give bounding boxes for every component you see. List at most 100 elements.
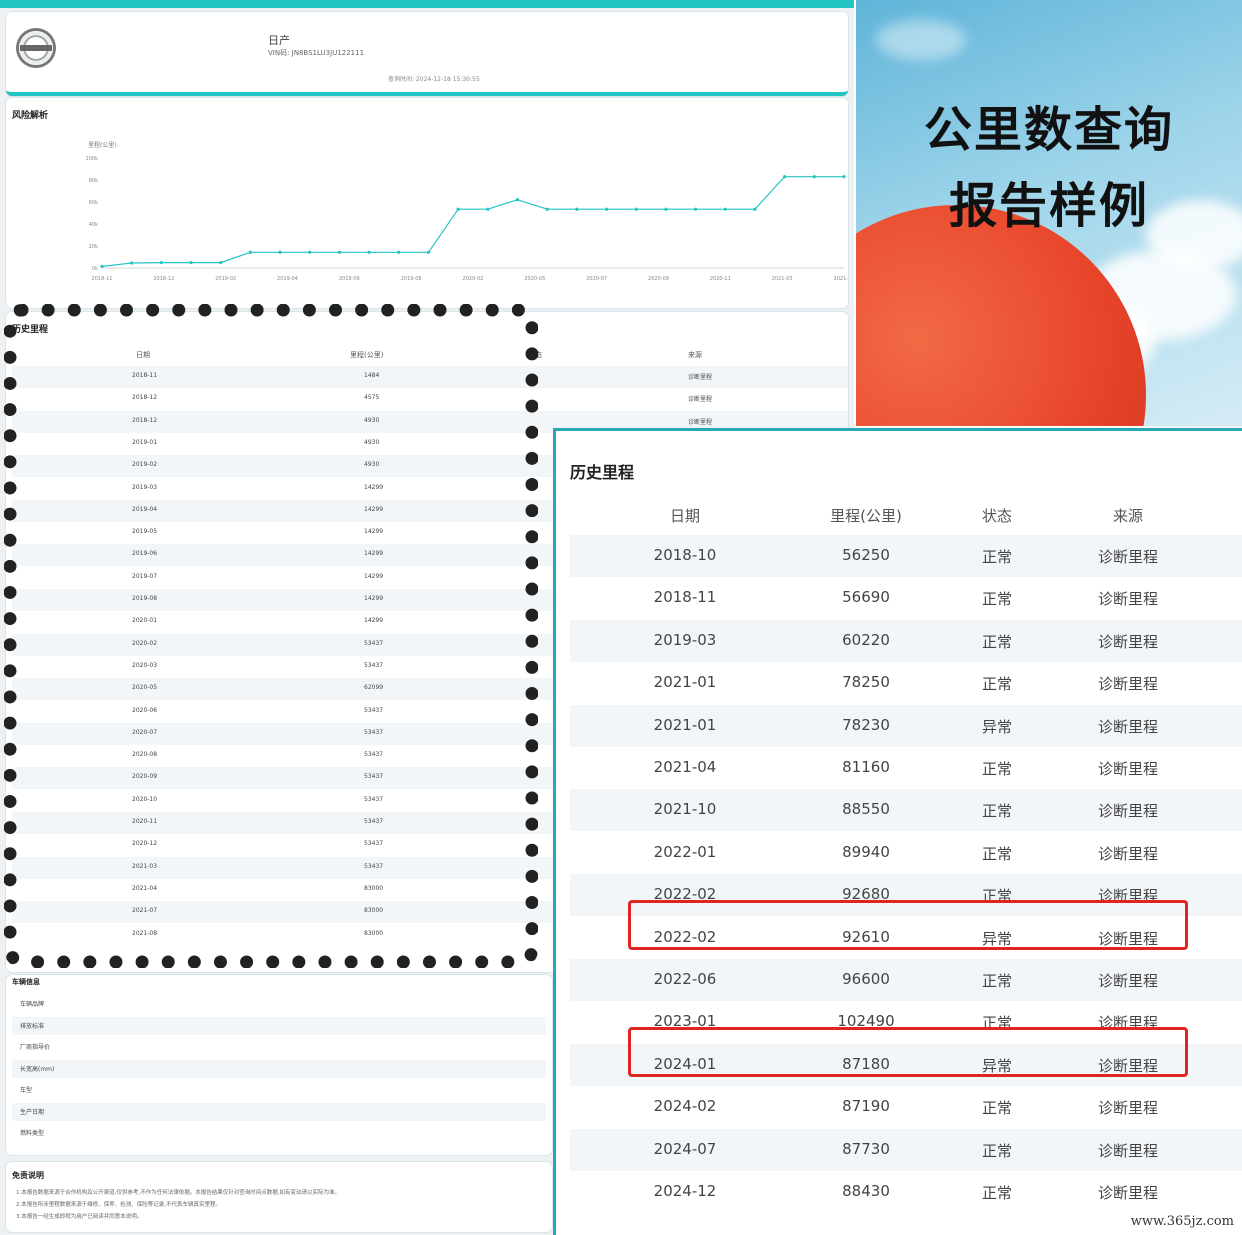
row-source: 诊断里程 xyxy=(1097,675,1159,694)
row-date: 2018-10 xyxy=(653,546,717,564)
y-tick-label: 100k xyxy=(86,156,99,162)
mileage-data-point xyxy=(278,250,282,254)
y-tick-label: 0k xyxy=(92,266,98,272)
table-row: 2021-10 88550 正常 诊断里程 xyxy=(570,789,1242,832)
row-source: 诊断里程 xyxy=(1097,632,1159,651)
mileage-data-point xyxy=(515,198,520,202)
table-row: 2018-11 56690 正常 诊断里程 xyxy=(570,577,1242,619)
mileage-data-point xyxy=(812,175,816,179)
row-source: 诊断里程 xyxy=(1097,590,1159,609)
mileage-data-point xyxy=(189,260,193,265)
row-status: 正常 xyxy=(981,1184,1013,1202)
row-mileage: 81160 xyxy=(842,758,890,776)
risk-analysis-card: 风险解析 里程(公里) 0k 20k 40k 60k 80k 100k 2018-11 201… xyxy=(6,98,848,308)
poster-title-line1: 公里数查询 xyxy=(923,102,1174,158)
row-mileage: 56690 xyxy=(842,588,890,607)
row-status: 正常 xyxy=(981,844,1013,863)
mileage-data-point xyxy=(753,207,757,211)
table-row: 2024-02 87190 正常 诊断里程 xyxy=(570,1086,1242,1128)
row-status: 正常 xyxy=(981,548,1013,566)
y-tick-label: 20k xyxy=(89,244,98,250)
row-status: 正常 xyxy=(981,802,1013,821)
mileage-data-point xyxy=(397,250,401,254)
table-header-mileage: 里程(公里) xyxy=(830,507,902,525)
info-row: 生产日期 xyxy=(12,1102,546,1121)
report-top-bar xyxy=(0,0,854,8)
table-row: 2024-12 88430 正常 诊断里程 xyxy=(570,1171,1242,1213)
x-tick-label: 2021-03 xyxy=(772,276,793,282)
x-tick-label: 2018-12 xyxy=(153,276,174,282)
history-mileage-panel: 历史里程 日期 里程(公里) 状态 来源 2018-10 56250 正常 诊断里程 2… xyxy=(553,428,1242,1235)
mileage-data-point xyxy=(842,175,846,179)
disclaimer-title: 免责说明 xyxy=(12,1171,44,1180)
row-mileage: 88550 xyxy=(842,800,890,819)
info-label: 车型 xyxy=(20,1087,33,1094)
y-tick-label: 40k xyxy=(89,222,98,228)
mileage-data-point xyxy=(604,207,609,211)
query-time: 查询时间: 2024-12-18 15:30:55 xyxy=(388,76,480,83)
mileage-data-point xyxy=(100,264,104,268)
row-date: 2022-01 xyxy=(653,842,717,861)
mileage-data-point xyxy=(248,250,252,254)
row-date: 2021-01 xyxy=(653,715,717,734)
row-date: 2021-04 xyxy=(653,758,717,776)
table-row: 2019-03 60220 正常 诊断里程 xyxy=(570,619,1242,662)
mileage-series-line xyxy=(101,176,844,267)
info-label: 生产日期 xyxy=(20,1108,45,1116)
table-row: 2018-10 56250 正常 诊断里程 xyxy=(570,535,1242,577)
row-source: 诊断里程 xyxy=(1097,802,1159,821)
mileage-data-point xyxy=(783,175,787,179)
row-mileage: 89940 xyxy=(842,842,890,861)
info-row: 燃料类型 xyxy=(12,1124,546,1142)
info-row: 厂商指导价 xyxy=(12,1038,546,1056)
table-row: 2022-06 96600 正常 诊断里程 xyxy=(570,959,1242,1001)
poster-title-line2: 报告样例 xyxy=(948,178,1149,234)
mileage-data-point xyxy=(159,260,163,265)
info-label: 燃料类型 xyxy=(20,1130,45,1137)
panel-title: 历史里程 xyxy=(570,463,635,482)
x-tick-label: 2020-02 xyxy=(463,276,484,282)
x-tick-label: 2020-07 xyxy=(586,276,607,282)
info-label: 长宽高(mm) xyxy=(20,1065,55,1073)
mileage-data-point xyxy=(664,207,668,211)
column-header-source: 来源 xyxy=(688,351,702,359)
row-status: 正常 xyxy=(981,760,1013,778)
info-row: 车型 xyxy=(12,1081,546,1099)
row-mileage: 87190 xyxy=(842,1097,890,1116)
x-tick-label: 2019-02 xyxy=(215,276,236,282)
row-status: 正常 xyxy=(981,1099,1013,1118)
mileage-data-point xyxy=(308,250,312,254)
vehicle-info-title: 车辆信息 xyxy=(12,978,40,986)
row-mileage: 56250 xyxy=(842,546,890,564)
mileage-data-point xyxy=(337,250,342,254)
row-source: 诊断里程 xyxy=(1097,972,1159,990)
disclaimer-line: 2.本报告所涉里程数据来源于维修、保养、检测、保险等记录,不代表车辆真实里程。 xyxy=(16,1202,221,1208)
mileage-data-point xyxy=(219,260,223,265)
x-tick-label: 2020-11 xyxy=(710,276,731,282)
row-source: 诊断里程 xyxy=(1097,548,1159,566)
row-date: 2021-10 xyxy=(653,800,717,819)
mileage-data-point xyxy=(545,207,549,211)
anomaly-highlight-box xyxy=(628,1026,1188,1077)
x-tick-label: 2019-06 xyxy=(339,276,360,282)
row-source: 诊断里程 xyxy=(1097,760,1159,778)
info-label: 车辆品牌 xyxy=(20,1001,45,1008)
row-mileage: 87730 xyxy=(842,1139,890,1158)
row-status: 异常 xyxy=(981,717,1013,736)
table-row: 2021-04 81160 正常 诊断里程 xyxy=(570,747,1242,789)
row-mileage: 60220 xyxy=(842,630,890,649)
table-row: 2024-07 87730 正常 诊断里程 xyxy=(570,1128,1242,1171)
x-tick-label: 2019-04 xyxy=(277,276,298,282)
row-status: 正常 xyxy=(981,590,1013,609)
table-header-status: 状态 xyxy=(981,507,1013,525)
row-date: 2021-01 xyxy=(653,673,717,692)
row-status: 正常 xyxy=(981,632,1013,651)
row-date: 2019-03 xyxy=(653,630,717,649)
mileage-data-point xyxy=(367,250,371,254)
disclaimer-line: 1.本报告数据来源于合作机构及公开渠道,仅供参考,不作为任何法律依据。本报告结果… xyxy=(16,1190,340,1196)
row-date: 2024-12 xyxy=(653,1182,717,1200)
mileage-data-point xyxy=(575,207,579,211)
row-date: 2022-06 xyxy=(653,970,717,988)
site-watermark: www.365jz.com xyxy=(1130,1214,1234,1229)
row-mileage: 88430 xyxy=(842,1182,890,1200)
